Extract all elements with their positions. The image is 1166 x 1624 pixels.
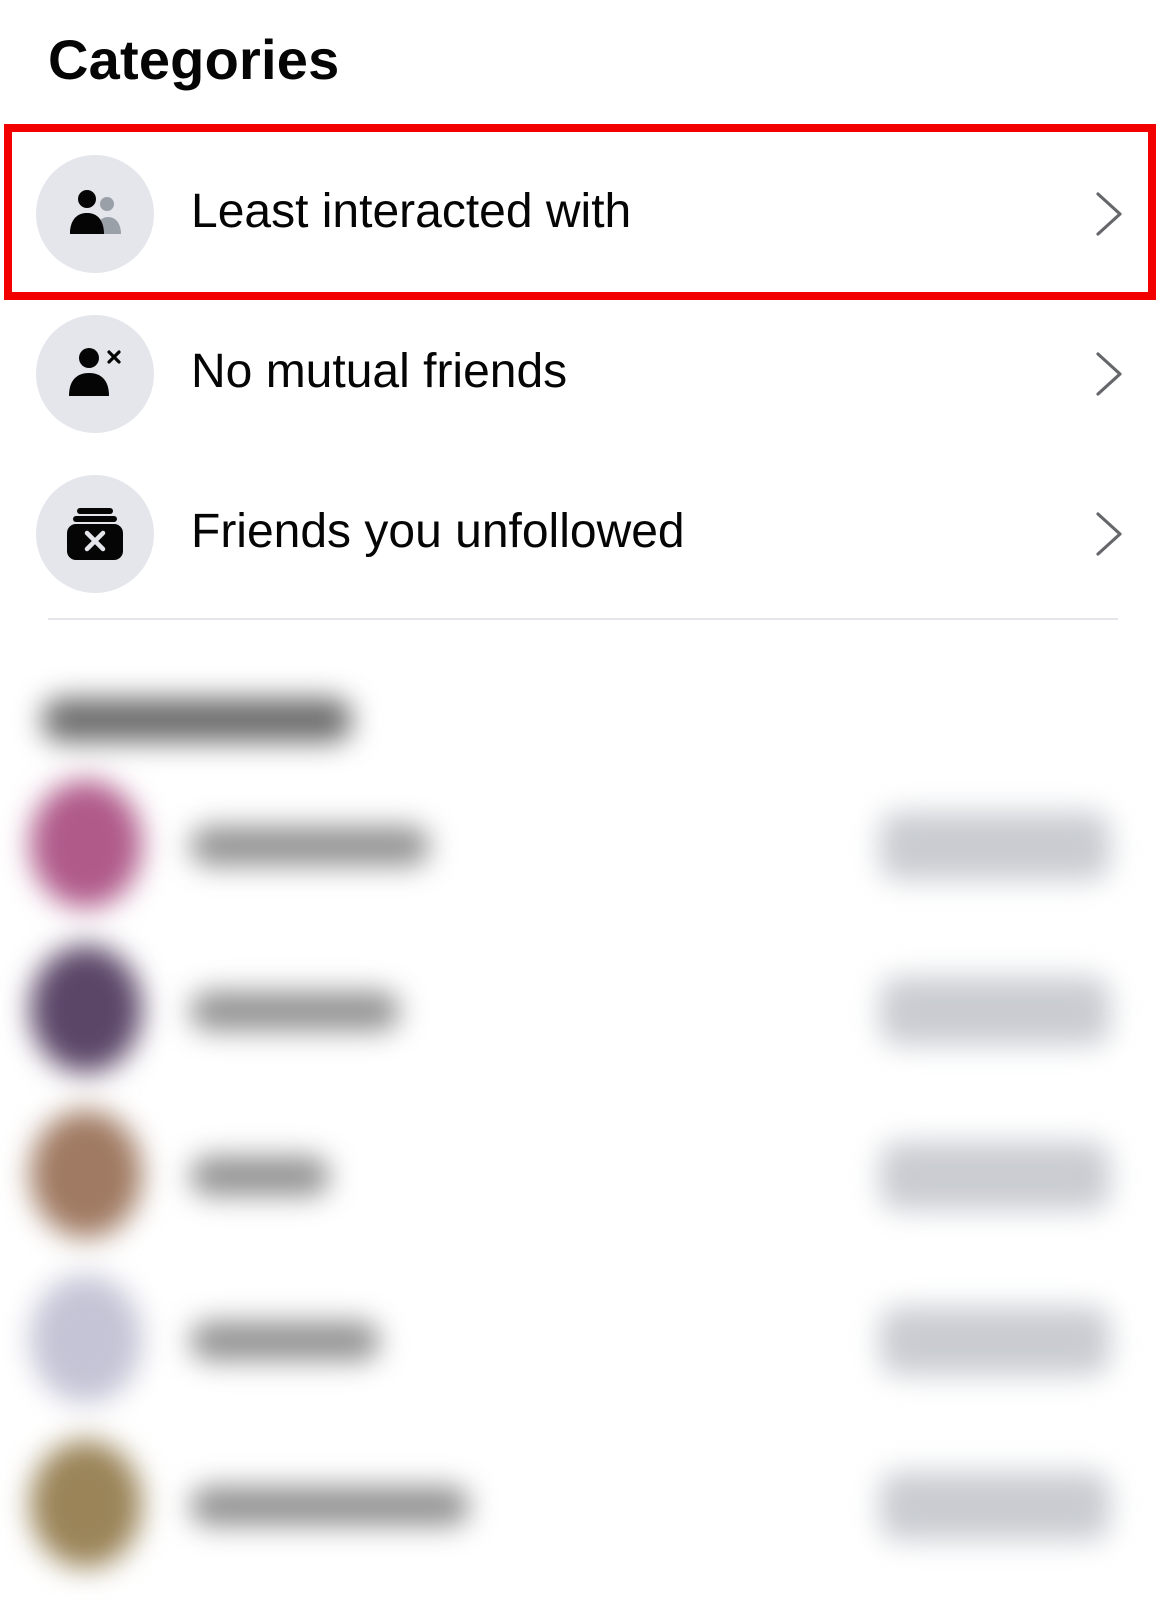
friend-name-blurred <box>190 991 400 1031</box>
friend-row[interactable] <box>0 925 1166 1091</box>
friend-action-button[interactable] <box>880 1307 1110 1375</box>
page-title: Categories <box>48 28 340 91</box>
chevron-right-icon <box>1096 192 1122 236</box>
blurred-friends-section <box>0 640 1166 1624</box>
friend-name-blurred <box>190 1321 380 1361</box>
category-friends-unfollowed[interactable]: Friends you unfollowed <box>0 460 1166 626</box>
friend-row[interactable] <box>0 1255 1166 1421</box>
avatar <box>30 1110 142 1238</box>
friend-row[interactable] <box>0 760 1166 926</box>
category-no-mutual-friends[interactable]: No mutual friends <box>0 300 1166 466</box>
avatar <box>30 1275 142 1403</box>
person-remove-icon <box>36 315 154 433</box>
unfollow-box-icon <box>36 475 154 593</box>
friend-action-button[interactable] <box>880 812 1110 880</box>
friend-row[interactable] <box>0 1420 1166 1586</box>
chevron-right-icon <box>1096 352 1122 396</box>
friend-row[interactable] <box>0 1090 1166 1256</box>
avatar <box>30 1440 142 1568</box>
friend-action-button[interactable] <box>880 977 1110 1045</box>
avatar <box>30 780 142 908</box>
category-label: Friends you unfollowed <box>191 505 685 558</box>
friend-name-blurred <box>190 1486 470 1526</box>
friend-action-button[interactable] <box>880 1472 1110 1540</box>
friend-action-button[interactable] <box>880 1142 1110 1210</box>
blurred-section-heading <box>42 698 352 742</box>
category-label: No mutual friends <box>191 345 568 398</box>
category-least-interacted[interactable]: Least interacted with <box>0 140 1166 306</box>
divider <box>48 618 1118 620</box>
friend-name-blurred <box>190 826 430 866</box>
chevron-right-icon <box>1096 512 1122 556</box>
friends-group-icon <box>36 155 154 273</box>
avatar <box>30 945 142 1073</box>
category-label: Least interacted with <box>191 185 632 238</box>
friend-name-blurred <box>190 1156 330 1196</box>
